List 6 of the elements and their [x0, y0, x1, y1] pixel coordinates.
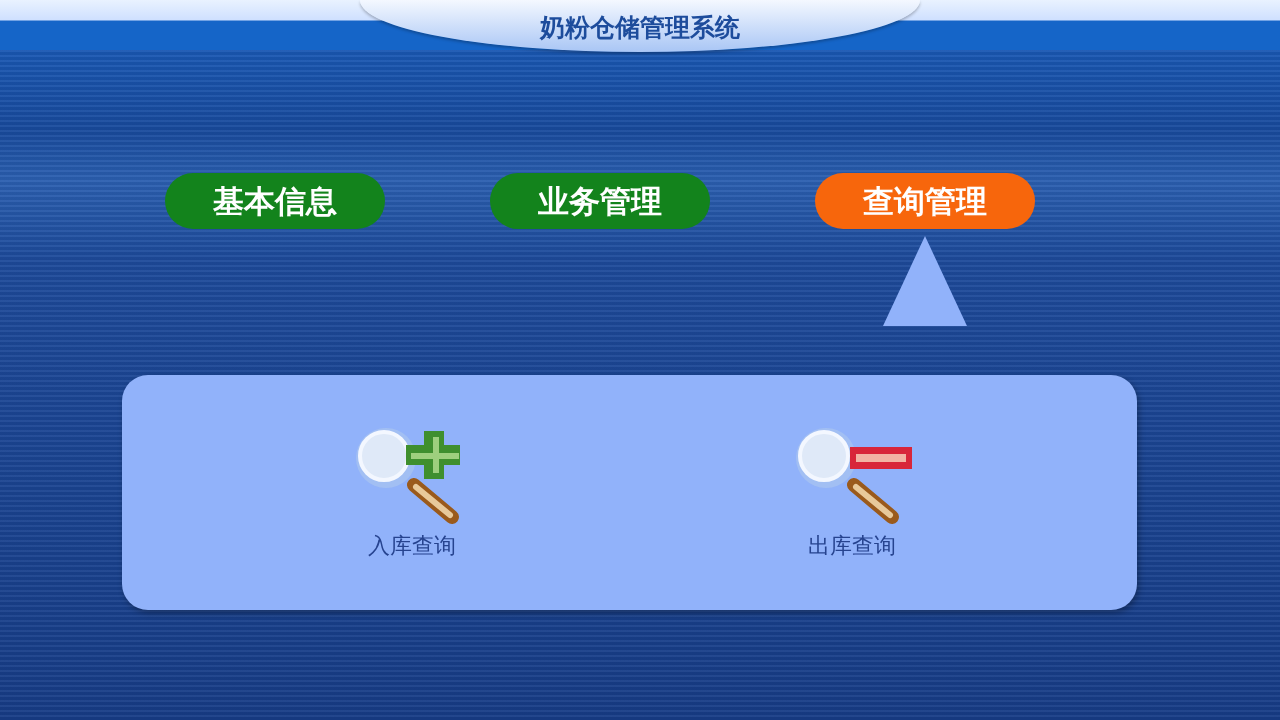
window-title: 奶粉仓储管理系统: [360, 0, 920, 52]
nav-tab[interactable]: 基本信息: [165, 173, 385, 229]
nav-tab[interactable]: 查询管理: [815, 173, 1035, 229]
nav-tab[interactable]: 业务管理: [490, 173, 710, 229]
menu-item-label[interactable]: 出库查询: [808, 529, 896, 562]
menu-item-label[interactable]: 入库查询: [368, 529, 456, 562]
